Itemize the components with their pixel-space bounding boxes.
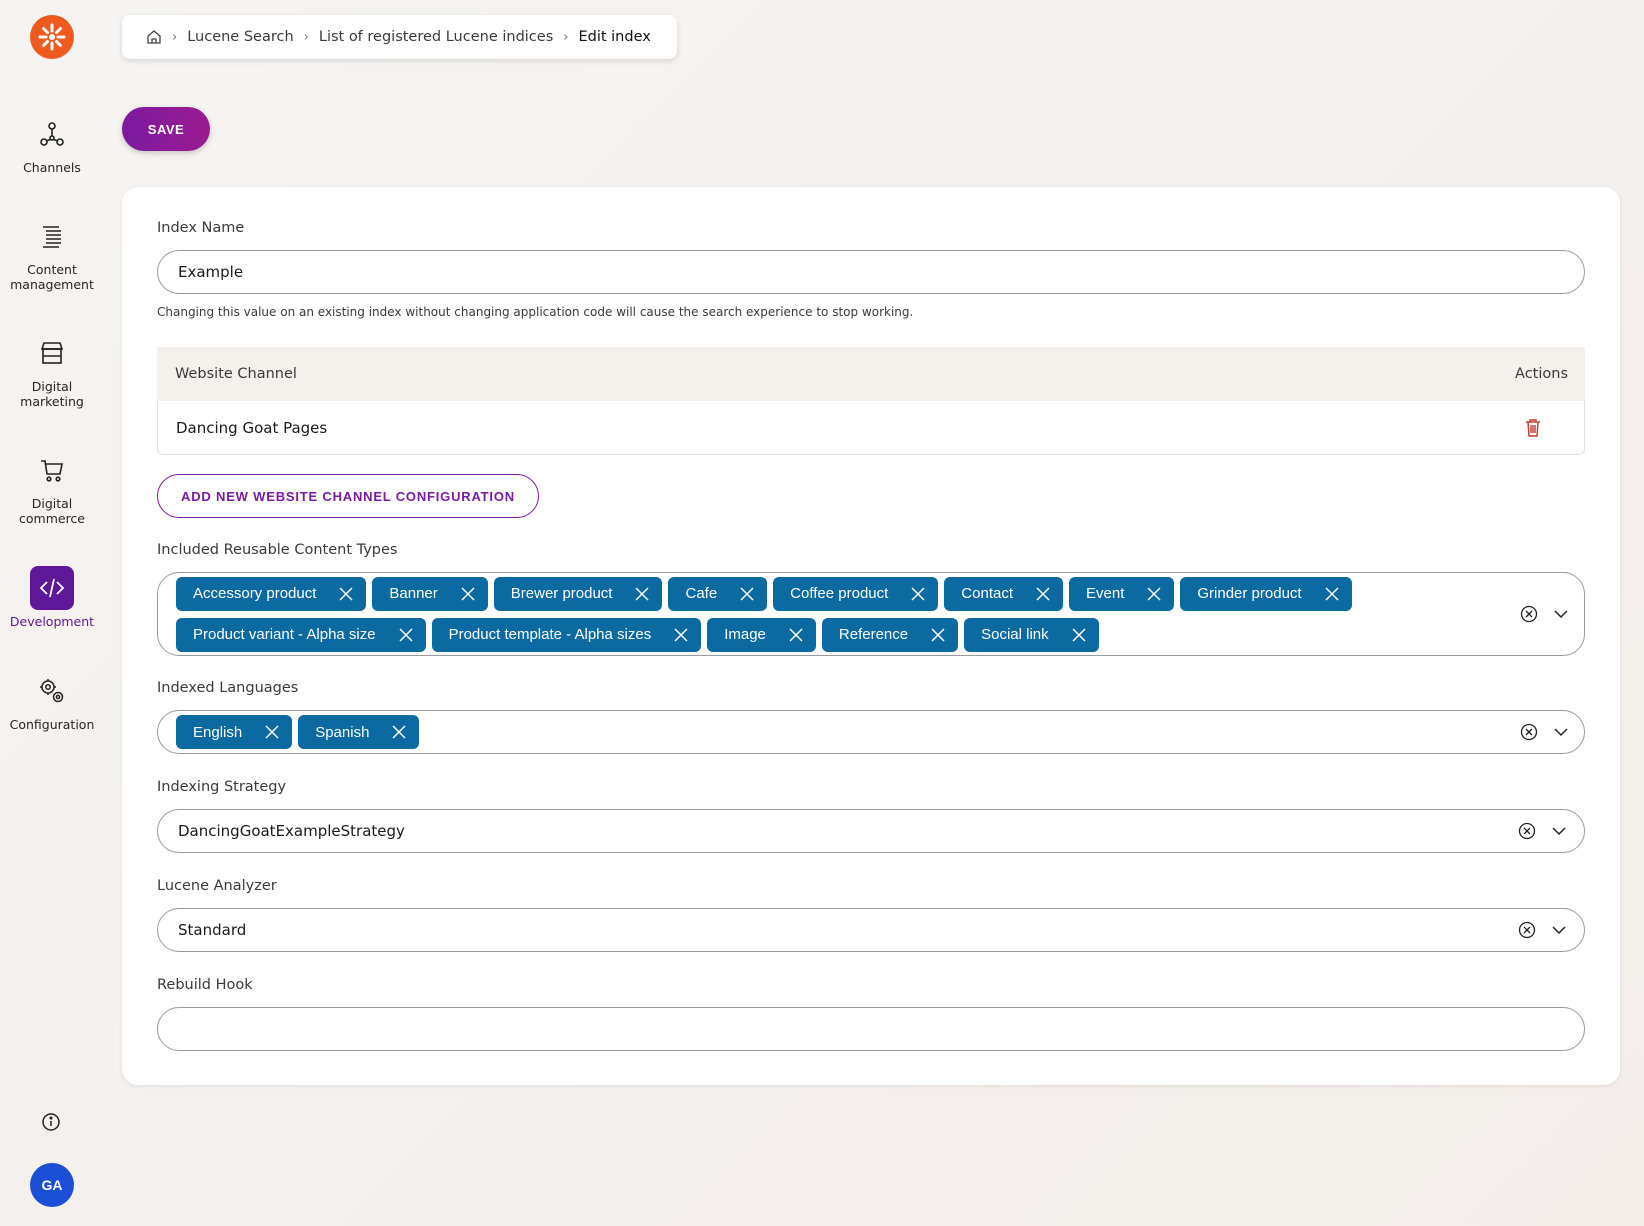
tag-reference: Reference	[821, 617, 959, 652]
gears-icon	[30, 669, 74, 713]
nav-label: Content management	[10, 262, 94, 292]
languages-label: Indexed Languages	[157, 680, 299, 696]
tag-grinder-product: Grinder product	[1180, 576, 1352, 611]
home-icon[interactable]	[146, 29, 162, 45]
breadcrumb-item-indices-list[interactable]: List of registered Lucene indices	[319, 29, 553, 45]
nav-item-digital-commerce[interactable]: Digital commerce	[0, 448, 104, 526]
nav-label: Development	[9, 614, 95, 629]
tag-brewer-product: Brewer product	[493, 576, 663, 611]
column-header-actions: Actions	[1515, 366, 1568, 382]
column-header-website-channel: Website Channel	[175, 366, 297, 382]
clear-icon[interactable]	[1518, 822, 1536, 840]
edit-index-form: Index Name Example Changing this value o…	[122, 187, 1620, 1085]
nav-label: Digital commerce	[19, 496, 85, 526]
breadcrumb-separator-icon: ›	[172, 29, 178, 45]
rebuild-hook-label: Rebuild Hook	[157, 977, 253, 993]
clear-icon[interactable]	[1520, 723, 1538, 741]
tag-image: Image	[707, 617, 816, 652]
breadcrumb-separator-icon: ›	[563, 29, 569, 45]
chevron-down-icon[interactable]	[1550, 822, 1568, 840]
content-types-label: Included Reusable Content Types	[157, 542, 398, 558]
remove-tag-icon[interactable]	[398, 627, 414, 643]
tag-spanish: Spanish	[298, 715, 420, 749]
remove-tag-icon[interactable]	[910, 586, 926, 602]
tag-event: Event	[1069, 576, 1175, 611]
tag-product-variant: Product variant - Alpha size	[176, 617, 426, 652]
content-list-icon	[30, 214, 74, 258]
remove-tag-icon[interactable]	[673, 627, 689, 643]
avatar[interactable]: GA	[30, 1163, 74, 1207]
remove-tag-icon[interactable]	[930, 627, 946, 643]
tag-banner: Banner	[372, 576, 488, 611]
tag-product-template: Product template - Alpha sizes	[431, 617, 702, 652]
remove-tag-icon[interactable]	[460, 586, 476, 602]
store-icon	[30, 331, 74, 375]
tag-contact: Contact	[944, 576, 1063, 611]
analyzer-label: Lucene Analyzer	[157, 878, 277, 894]
nav-item-configuration[interactable]: Configuration	[0, 669, 104, 732]
clear-icon[interactable]	[1520, 605, 1538, 623]
chevron-down-icon[interactable]	[1550, 921, 1568, 939]
remove-tag-icon[interactable]	[788, 627, 804, 643]
remove-tag-icon[interactable]	[264, 724, 280, 740]
clear-icon[interactable]	[1518, 921, 1536, 939]
delete-icon[interactable]	[1524, 418, 1542, 438]
chevron-down-icon[interactable]	[1552, 605, 1570, 623]
tag-english: English	[176, 715, 293, 749]
remove-tag-icon[interactable]	[338, 586, 354, 602]
nav-item-channels[interactable]: Channels	[0, 112, 104, 175]
languages-multiselect[interactable]: English Spanish	[157, 710, 1585, 754]
nav-label: Channels	[23, 160, 81, 175]
tag-social-link: Social link	[964, 617, 1099, 652]
add-website-channel-button[interactable]: ADD NEW WEBSITE CHANNEL CONFIGURATION	[157, 474, 539, 518]
index-name-value: Example	[178, 263, 244, 281]
remove-tag-icon[interactable]	[739, 586, 755, 602]
table-row: Dancing Goat Pages	[157, 401, 1585, 455]
strategy-label: Indexing Strategy	[157, 779, 287, 795]
channels-table-header: Website Channel Actions	[157, 347, 1585, 401]
strategy-value: DancingGoatExampleStrategy	[178, 822, 405, 840]
breadcrumb-item-lucene-search[interactable]: Lucene Search	[187, 29, 293, 45]
analyzer-value: Standard	[178, 921, 247, 939]
select-controls	[1520, 723, 1570, 741]
index-name-input[interactable]: Example	[157, 250, 1585, 294]
remove-tag-icon[interactable]	[1324, 586, 1340, 602]
code-icon	[30, 566, 74, 610]
nav-label: Digital marketing	[20, 379, 84, 409]
remove-tag-icon[interactable]	[1071, 627, 1087, 643]
select-controls	[1518, 822, 1568, 840]
info-icon[interactable]	[41, 1112, 61, 1132]
nav-item-content-management[interactable]: Content management	[0, 214, 104, 292]
channel-name: Dancing Goat Pages	[176, 418, 328, 437]
remove-tag-icon[interactable]	[634, 586, 650, 602]
analyzer-select[interactable]: Standard	[157, 908, 1585, 952]
logo-icon	[38, 23, 66, 51]
remove-tag-icon[interactable]	[391, 724, 407, 740]
select-controls	[1518, 921, 1568, 939]
content-types-multiselect[interactable]: Accessory product Banner Brewer product …	[157, 572, 1585, 656]
cart-icon	[30, 448, 74, 492]
save-button[interactable]: SAVE	[122, 107, 210, 151]
tag-accessory-product: Accessory product	[176, 576, 367, 611]
channels-icon	[30, 112, 74, 156]
remove-tag-icon[interactable]	[1146, 586, 1162, 602]
strategy-select[interactable]: DancingGoatExampleStrategy	[157, 809, 1585, 853]
tag-cafe: Cafe	[668, 576, 768, 611]
kentico-logo-icon[interactable]	[30, 15, 74, 59]
nav-label: Configuration	[9, 717, 95, 732]
rebuild-hook-input[interactable]	[157, 1007, 1585, 1051]
select-controls	[1520, 605, 1570, 623]
nav-item-development[interactable]: Development	[0, 566, 104, 629]
breadcrumb-separator-icon: ›	[303, 29, 309, 45]
breadcrumb: › Lucene Search › List of registered Luc…	[122, 15, 677, 59]
remove-tag-icon[interactable]	[1035, 586, 1051, 602]
nav-item-digital-marketing[interactable]: Digital marketing	[0, 331, 104, 409]
chevron-down-icon[interactable]	[1552, 723, 1570, 741]
sidebar: Channels Content management Digital mark…	[0, 0, 104, 1226]
index-name-label: Index Name	[157, 220, 245, 236]
index-name-hint: Changing this value on an existing index…	[157, 305, 914, 319]
tag-coffee-product: Coffee product	[773, 576, 939, 611]
breadcrumb-item-current: Edit index	[578, 29, 651, 45]
